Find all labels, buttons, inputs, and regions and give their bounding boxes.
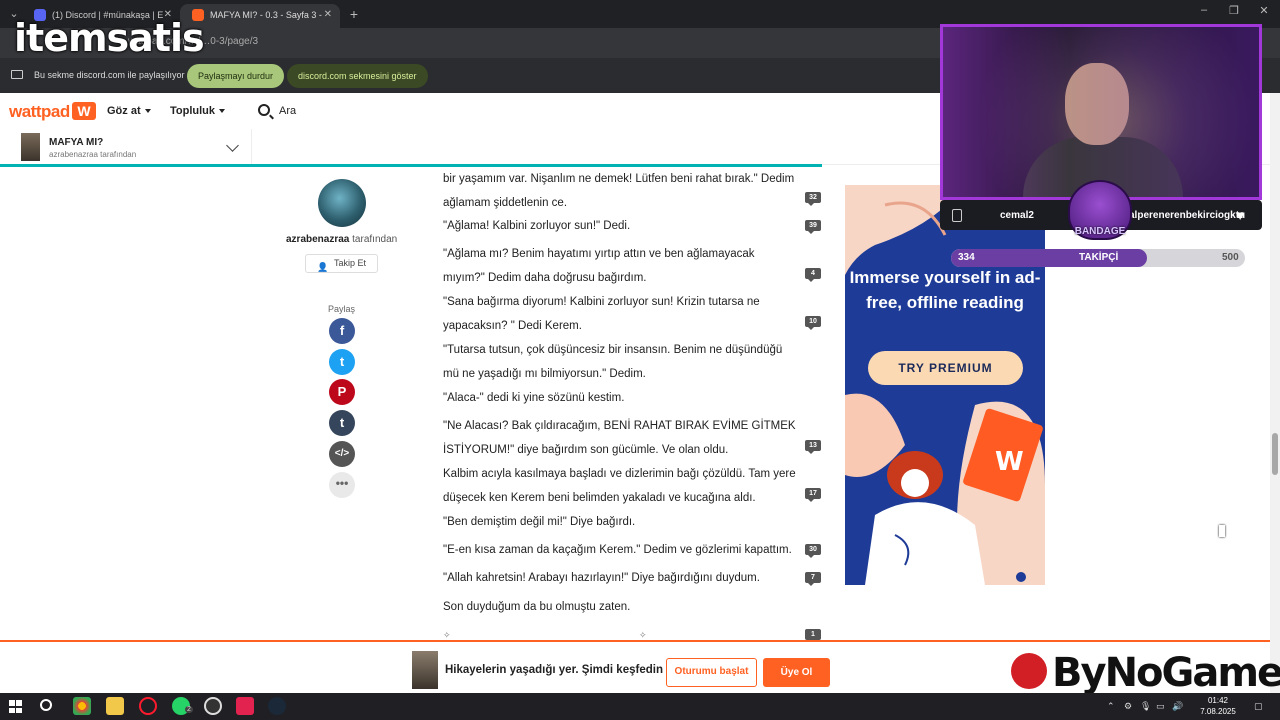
tab-wattpad[interactable]: MAFYA MI? - 0.3 - Sayfa 3 - ✕ (180, 4, 340, 28)
device-icon (952, 209, 962, 222)
story-paragraph: "Ne Alacası? Bak çıldıracağım, BENİ RAHA… (443, 420, 796, 456)
pinterest-icon[interactable]: P (329, 379, 355, 405)
stop-sharing-button[interactable]: Paylaşmayı durdur (187, 64, 285, 88)
banner-cover (412, 651, 438, 689)
taskbar-search-icon[interactable] (40, 699, 52, 711)
story-cover (21, 133, 40, 161)
search-icon[interactable] (258, 104, 270, 116)
banner-text: Hikayelerin yaşadığı yer. Şimdi keşfedin (445, 664, 663, 676)
new-tab-icon[interactable]: + (346, 6, 362, 22)
share-label: Paylaş (328, 304, 356, 314)
comment-count-badge[interactable]: 1 (805, 629, 821, 643)
windows-start-icon[interactable] (9, 700, 22, 713)
comment-count-badge[interactable]: 39 (805, 220, 821, 234)
story-paragraph: "Sana bağırma diyorum! Kalbini zorluyor … (443, 296, 760, 332)
follower-count: 334 (958, 252, 975, 263)
caret-down-icon (144, 109, 151, 114)
volume-icon[interactable]: 🔊 (1172, 701, 1183, 712)
nav-community[interactable]: Topluluk (170, 105, 226, 117)
opera-gx-icon[interactable] (139, 697, 157, 715)
ad-headline: Immerse yourself in ad-free, offline rea… (849, 268, 1041, 312)
mouse-cursor-icon (1219, 525, 1225, 537)
login-button[interactable]: Oturumu başlat (666, 658, 757, 687)
tray-app-icon[interactable]: ⚙ (1124, 701, 1132, 712)
comment-count-badge[interactable]: 13 (805, 440, 821, 454)
try-premium-button[interactable]: TRY PREMIUM (868, 351, 1023, 385)
story-title: MAFYA MI? (49, 137, 104, 148)
chevron-down-icon[interactable] (226, 139, 239, 152)
steam-icon[interactable] (268, 697, 286, 715)
clock-date: 7.08.2025 (1200, 707, 1236, 716)
author-name[interactable]: azrabenazraa (286, 234, 349, 245)
nav-browse[interactable]: Göz at (107, 105, 151, 117)
badge-label: BANDAGE (1074, 226, 1126, 237)
bynogame-logo: ByNoGame (1052, 650, 1280, 696)
premium-ad[interactable]: W Immerse yourself in ad-free, offline r… (845, 185, 1045, 585)
author-avatar[interactable] (318, 179, 366, 227)
story-paragraph: Kalbim acıyla kasılmaya başladı ve dizle… (443, 468, 796, 504)
taskbar-clock[interactable]: 01:42 7.08.2025 (1195, 695, 1241, 717)
heart-icon: ♥ (1236, 207, 1245, 223)
more-icon[interactable]: ••• (329, 472, 355, 498)
story-paragraph: "Ağlama mı? Benim hayatımı yırtıp attın … (443, 248, 755, 284)
tab-close-icon[interactable]: ✕ (324, 4, 332, 26)
comment-count-badge[interactable]: 7 (805, 572, 821, 586)
tray-expand-icon[interactable]: ⌃ (1107, 701, 1115, 712)
facebook-icon[interactable]: f (329, 318, 355, 344)
microphone-icon[interactable]: 🎙 (1140, 701, 1151, 712)
share-notice: Bu sekme discord.com ile paylaşılıyor (34, 70, 185, 80)
embed-icon[interactable]: </> (329, 441, 355, 467)
comment-count-badge[interactable]: 30 (805, 544, 821, 558)
ad-illustration: W (845, 185, 1045, 585)
comment-count-badge[interactable]: 10 (805, 316, 821, 330)
signup-button[interactable]: Üye Ol (763, 658, 830, 687)
story-paragraph: "Ağlama! Kalbini zorluyor sun!" Dedi. (443, 220, 631, 232)
tumblr-icon[interactable]: t (329, 410, 355, 436)
comment-count-badge[interactable]: 17 (805, 488, 821, 502)
media-player-icon[interactable] (236, 697, 254, 715)
streamer-name-left: cemal2 (1000, 210, 1034, 221)
whatsapp-badge: 2 (185, 706, 193, 713)
wattpad-logo[interactable]: wattpad W (9, 102, 96, 122)
streamer-name-right: alperenerenbekirciogktu (1129, 210, 1246, 221)
story-paragraph: "Tutarsa tutsun, çok düşüncesiz bir insa… (443, 344, 783, 380)
file-explorer-icon[interactable] (106, 697, 124, 715)
story-selector[interactable]: MAFYA MI? azrabenazraa tarafından (0, 129, 252, 165)
twitter-icon[interactable]: t (329, 349, 355, 375)
comment-count-badge[interactable]: 32 (805, 192, 821, 206)
follow-button[interactable]: 👤 Takip Et (305, 254, 378, 273)
story-author: azrabenazraa tarafından (49, 150, 137, 159)
screen-share-icon (11, 70, 23, 79)
caret-down-icon (219, 109, 226, 114)
story-paragraph: "Ben demiştim değil mi!" Diye bağırdı. (443, 516, 636, 528)
obs-icon[interactable] (204, 697, 222, 715)
search-label[interactable]: Ara (279, 105, 296, 117)
network-icon[interactable]: ▭ (1156, 701, 1165, 712)
close-window-icon[interactable]: ✕ (1254, 4, 1274, 17)
clock-time: 01:42 (1207, 696, 1229, 705)
wattpad-w-icon: W (71, 102, 96, 120)
story-paragraph: "E-en kısa zaman da kaçağım Kerem." Dedi… (443, 544, 792, 556)
author-line: azrabenazraa tarafından (286, 234, 398, 245)
svg-text:W: W (995, 447, 1024, 477)
story-paragraph: "Allah kahretsin! Arabayı hazırlayın!" D… (443, 572, 760, 584)
webcam-overlay (940, 24, 1262, 200)
restore-icon[interactable]: ❐ (1224, 4, 1244, 17)
show-discord-tab-button[interactable]: discord.com sekmesini göster (287, 64, 428, 88)
story-paragraph: bir yaşamım var. Nişanlım ne demek! Lütf… (443, 173, 795, 209)
minimize-icon[interactable]: – (1194, 4, 1214, 16)
add-user-icon: 👤 (317, 262, 329, 272)
itemsatis-logo: itemsatis (14, 16, 205, 60)
story-paragraph: Son duyduğum da bu olmuştu zaten. (443, 601, 631, 613)
chrome-icon[interactable] (73, 697, 91, 715)
story-paragraph: "Alaca-" dedi ki yine sözünü kestim. (443, 392, 625, 404)
page-scrollbar[interactable] (1270, 93, 1280, 693)
scrollbar-thumb[interactable] (1272, 433, 1278, 475)
follower-goal: 500 (1222, 252, 1239, 263)
comment-count-badge[interactable]: 4 (805, 268, 821, 282)
notification-icon[interactable]: ▢ (1254, 701, 1263, 712)
follower-label: TAKİPÇİ (1079, 252, 1119, 263)
